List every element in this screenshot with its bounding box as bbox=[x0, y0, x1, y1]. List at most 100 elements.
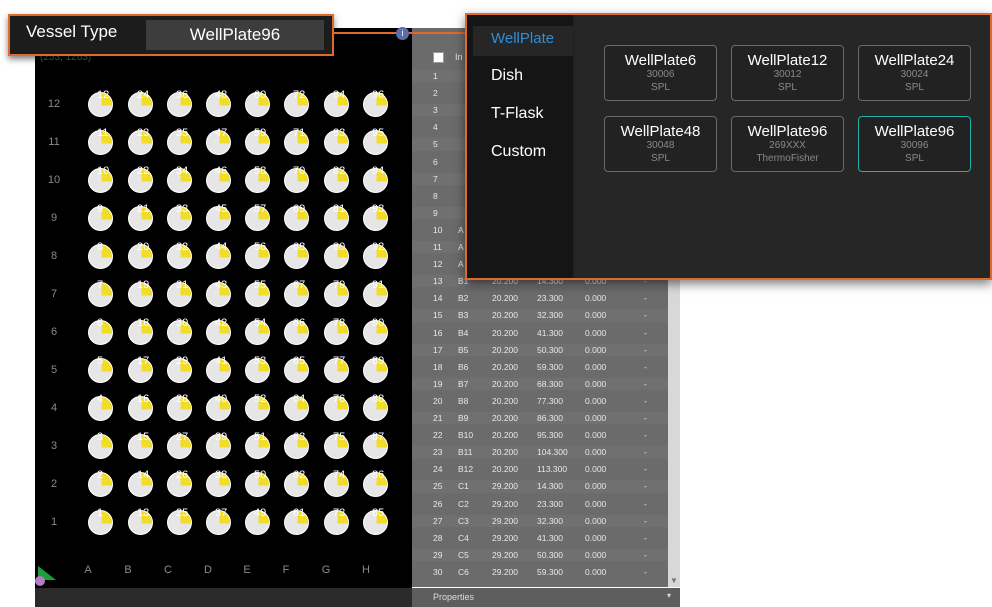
tab-custom[interactable]: Custom bbox=[491, 143, 546, 161]
well-number: 17 bbox=[137, 355, 150, 367]
table-cell: 29.200 bbox=[492, 481, 518, 492]
vessel-type-selector[interactable]: WellPlate96 bbox=[146, 20, 324, 50]
table-cell: 95.300 bbox=[537, 430, 563, 441]
well-number: 48 bbox=[215, 89, 228, 101]
well-number: 78 bbox=[333, 317, 346, 329]
vessel-card-maker: SPL bbox=[778, 82, 797, 93]
table-cell: - bbox=[644, 566, 647, 577]
vessel-card-name: WellPlate96 bbox=[747, 123, 828, 140]
well-number: 1 bbox=[97, 507, 104, 519]
info-icon[interactable]: i bbox=[396, 27, 409, 40]
table-row[interactable]: 26 C2 29.200 23.300 0.000 - bbox=[412, 498, 668, 510]
table-cell: 20.200 bbox=[492, 447, 518, 458]
table-cell: 20.200 bbox=[492, 293, 518, 304]
table-row[interactable]: 25 C1 29.200 14.300 0.000 - bbox=[412, 480, 668, 493]
tab-t-flask[interactable]: T-Flask bbox=[491, 105, 543, 123]
table-cell: A bbox=[458, 224, 464, 235]
vessel-card[interactable]: WellPlate48 30048 SPL bbox=[604, 116, 717, 172]
table-cell: 0.000 bbox=[585, 566, 607, 577]
well-number: 55 bbox=[254, 279, 267, 291]
table-row[interactable]: 18 B6 20.200 59.300 0.000 - bbox=[412, 361, 668, 373]
well-number: 6 bbox=[97, 317, 104, 329]
table-row[interactable]: 23 B11 20.200 104.300 0.000 - bbox=[412, 446, 668, 459]
vessel-card-name: WellPlate24 bbox=[874, 52, 955, 69]
table-cell: B11 bbox=[458, 447, 473, 458]
well-number: 40 bbox=[215, 393, 228, 405]
table-cell: 29.200 bbox=[492, 498, 518, 509]
table-cell: - bbox=[644, 310, 647, 321]
vessel-card[interactable]: WellPlate24 30024 SPL bbox=[858, 45, 971, 101]
table-row[interactable]: 16 B4 20.200 41.300 0.000 - bbox=[412, 327, 668, 339]
table-row[interactable]: 29 C5 29.200 50.300 0.000 - bbox=[412, 548, 668, 562]
properties-collapse-icon[interactable]: ▾ bbox=[667, 591, 671, 600]
table-cell: C6 bbox=[458, 566, 469, 577]
table-row[interactable]: 21 B9 20.200 86.300 0.000 - bbox=[412, 412, 668, 425]
table-cell: 23 bbox=[433, 447, 443, 458]
column-label: C bbox=[164, 564, 172, 576]
vessel-card[interactable]: WellPlate96 269XXX ThermoFisher bbox=[731, 116, 844, 172]
well-number: 32 bbox=[176, 241, 189, 253]
table-cell: 14.300 bbox=[537, 481, 563, 492]
well-number: 19 bbox=[137, 279, 150, 291]
vessel-card-maker: SPL bbox=[651, 153, 670, 164]
well-number: 96 bbox=[372, 89, 385, 101]
well-number: 63 bbox=[293, 431, 306, 443]
table-cell: - bbox=[644, 447, 647, 458]
table-cell: 59.300 bbox=[537, 361, 563, 372]
tab-dish[interactable]: Dish bbox=[491, 67, 523, 85]
row-label: 11 bbox=[48, 136, 60, 148]
well-number: 82 bbox=[333, 165, 346, 177]
scroll-down-icon[interactable]: ▼ bbox=[668, 575, 680, 587]
well-number: 49 bbox=[254, 507, 267, 519]
tab-wellplate[interactable]: WellPlate bbox=[473, 26, 573, 56]
well-number: 43 bbox=[215, 279, 228, 291]
well-number: 9 bbox=[97, 203, 104, 215]
well-number: 57 bbox=[254, 203, 267, 215]
row-label: 4 bbox=[50, 402, 58, 414]
table-cell: 2 bbox=[433, 88, 438, 99]
well-number: 52 bbox=[254, 393, 267, 405]
well-number: 35 bbox=[176, 127, 189, 139]
table-row[interactable]: 30 C6 29.200 59.300 0.000 - bbox=[412, 566, 668, 578]
table-cell: B9 bbox=[458, 413, 469, 423]
table-row[interactable]: 22 B10 20.200 95.300 0.000 - bbox=[412, 429, 668, 441]
table-cell: 1 bbox=[433, 71, 438, 81]
row-label: 12 bbox=[47, 98, 61, 110]
table-row[interactable]: 17 B5 20.200 50.300 0.000 - bbox=[412, 343, 668, 356]
well-number: 15 bbox=[137, 431, 150, 443]
table-row[interactable]: 14 B2 20.200 23.300 0.000 - bbox=[412, 292, 668, 304]
well-number: 59 bbox=[254, 127, 267, 139]
vessel-card[interactable]: WellPlate96 30096 SPL bbox=[858, 116, 971, 172]
table-cell: - bbox=[644, 532, 647, 543]
vessel-card-code: 30006 bbox=[646, 69, 675, 80]
select-all-checkbox[interactable] bbox=[433, 52, 444, 63]
well-number: 87 bbox=[372, 431, 385, 443]
table-row[interactable]: 28 C4 29.200 41.300 0.000 - bbox=[412, 532, 668, 544]
table-cell: - bbox=[644, 293, 647, 304]
well-number: 34 bbox=[176, 165, 189, 177]
properties-label: Properties bbox=[433, 592, 475, 602]
row-label: 10 bbox=[47, 174, 61, 186]
well-number: 73 bbox=[333, 507, 346, 519]
table-cell: 12 bbox=[433, 259, 443, 270]
properties-bar[interactable]: Properties ▾ bbox=[412, 588, 680, 607]
vessel-card[interactable]: WellPlate6 30006 SPL bbox=[604, 45, 717, 101]
table-cell: 25 bbox=[433, 481, 443, 492]
table-row[interactable]: 19 B7 20.200 68.300 0.000 - bbox=[412, 377, 668, 391]
table-cell: - bbox=[644, 327, 647, 338]
table-cell: 29.200 bbox=[492, 566, 518, 577]
table-cell: A bbox=[458, 242, 464, 252]
well-number: 76 bbox=[333, 393, 346, 405]
vessel-card[interactable]: WellPlate12 30012 SPL bbox=[731, 45, 844, 101]
vessel-card-maker: SPL bbox=[651, 82, 670, 93]
table-row[interactable]: 27 C3 29.200 32.300 0.000 - bbox=[412, 514, 668, 527]
table-cell: 0.000 bbox=[585, 549, 607, 560]
table-row[interactable]: 24 B12 20.200 113.300 0.000 - bbox=[412, 463, 668, 475]
table-cell: 19 bbox=[433, 378, 443, 389]
well-number: 12 bbox=[97, 89, 110, 101]
table-cell: B3 bbox=[458, 310, 469, 321]
well-number: 8 bbox=[97, 241, 104, 253]
table-row[interactable]: 15 B3 20.200 32.300 0.000 - bbox=[412, 309, 668, 322]
well-number: 13 bbox=[137, 507, 150, 519]
table-row[interactable]: 20 B8 20.200 77.300 0.000 - bbox=[412, 395, 668, 407]
